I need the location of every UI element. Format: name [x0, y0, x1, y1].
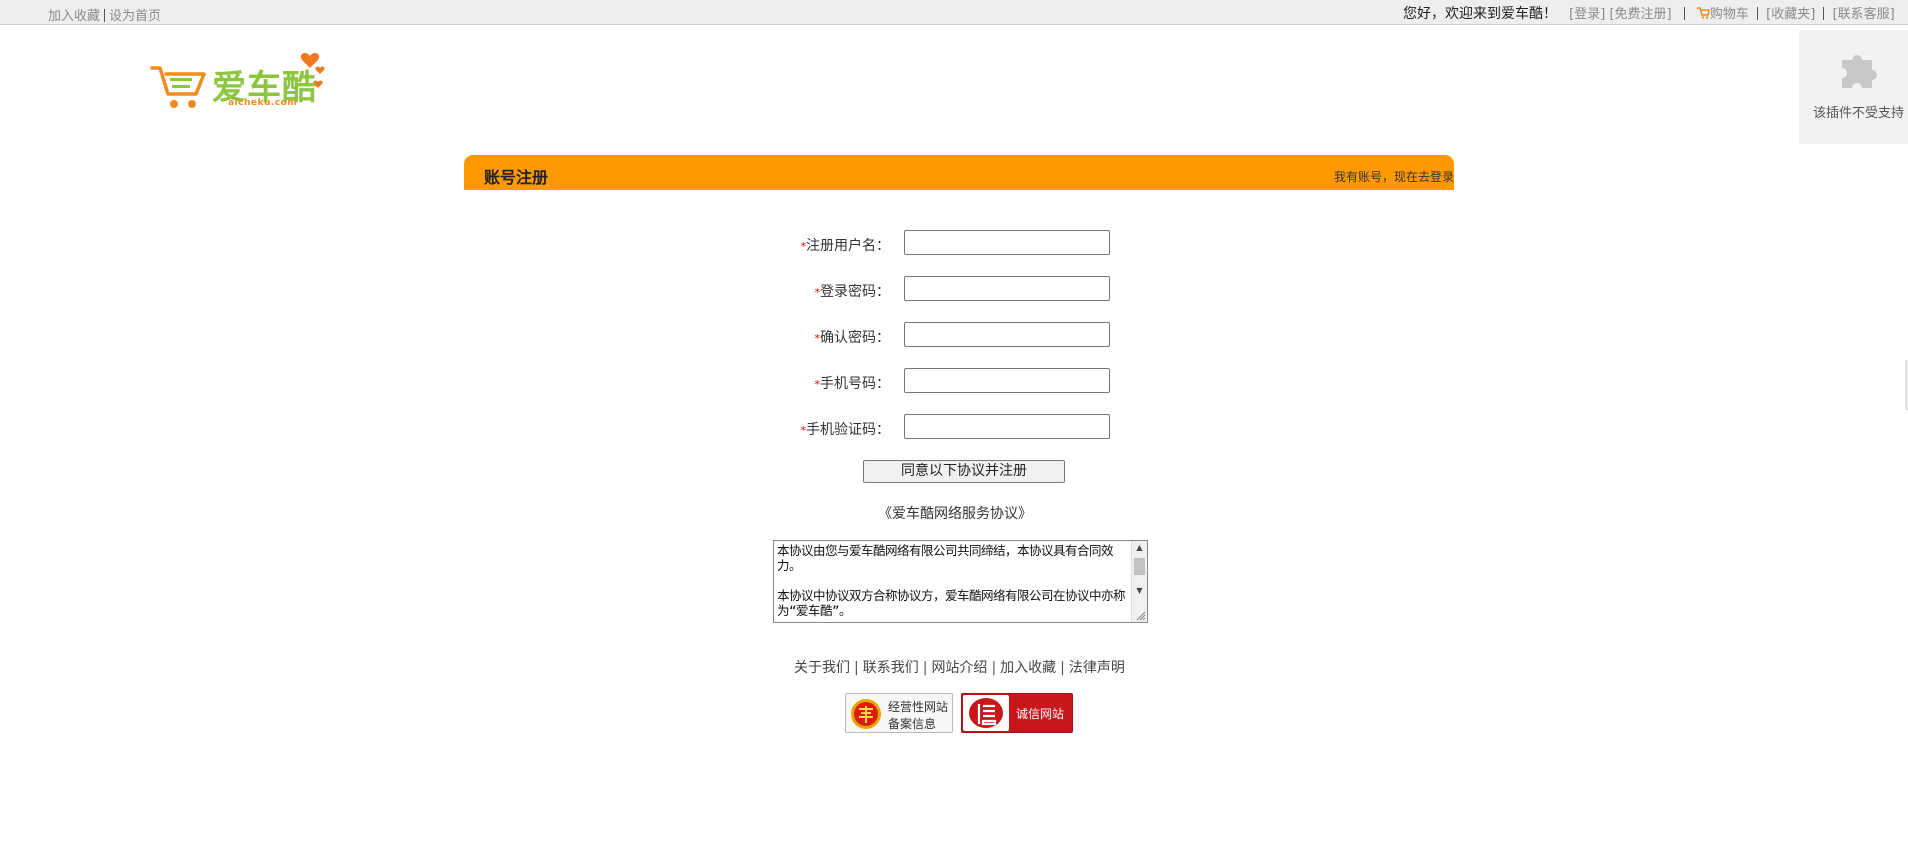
- footer-about-link[interactable]: 关于我们: [794, 660, 850, 676]
- username-label: *注册用户名：: [801, 235, 891, 255]
- scroll-up-arrow-icon[interactable]: ▲: [1132, 541, 1147, 555]
- resize-grip-icon[interactable]: [1136, 611, 1146, 621]
- set-homepage-link[interactable]: 设为首页: [109, 9, 161, 24]
- confirm-password-label-text: 确认密码：: [820, 330, 890, 346]
- go-login-link[interactable]: 我有账号，现在去登录: [1334, 168, 1454, 185]
- puzzle-icon: [1842, 55, 1877, 88]
- divider: [1757, 7, 1759, 20]
- agreement-paragraph: 本协议中协议双方合称协议方，爱车酷网络有限公司在协议中亦称为“爱车酷”。: [777, 588, 1126, 618]
- registration-header: 账号注册 我有账号，现在去登录: [464, 155, 1454, 190]
- phone-input[interactable]: [904, 368, 1110, 393]
- form-row-password: *登录密码：: [700, 275, 891, 303]
- confirm-password-label: *确认密码：: [815, 327, 891, 347]
- register-link[interactable]: [免费注册]: [1609, 7, 1671, 22]
- agreement-title: 《爱车酷网络服务协议》: [878, 506, 1032, 522]
- sms-code-input[interactable]: [904, 414, 1110, 439]
- agreement-content: 本协议由您与爱车酷网络有限公司共同缔结，本协议具有合同效力。 本协议中协议双方合…: [777, 543, 1132, 622]
- trust-badge-text: 诚信网站: [1016, 707, 1065, 721]
- scroll-thumb[interactable]: [1134, 558, 1145, 575]
- cart-link[interactable]: 购物车: [1710, 7, 1749, 22]
- username-label-text: 注册用户名：: [806, 238, 890, 254]
- trust-seal: [963, 695, 1009, 731]
- footer-separator: |: [1060, 660, 1065, 676]
- agreement-textarea[interactable]: 本协议由您与爱车酷网络有限公司共同缔结，本协议具有合同效力。 本协议中协议双方合…: [773, 540, 1148, 623]
- divider: [1683, 7, 1685, 20]
- footer-contact-link[interactable]: 联系我们: [863, 660, 919, 676]
- icp-badge-line1: 经营性网站: [888, 700, 949, 714]
- plugin-unsupported-text: 该插件不受支持: [1813, 106, 1905, 121]
- form-row-confirm-password: *确认密码：: [700, 321, 891, 349]
- cart-icon[interactable]: [1696, 7, 1710, 19]
- footer-separator: |: [922, 660, 928, 676]
- unsupported-plugin-box: 该插件不受支持: [1799, 30, 1908, 144]
- footer-legal-link[interactable]: 法律声明: [1069, 660, 1125, 676]
- agreement-scrollbar[interactable]: ▲ ▼: [1131, 541, 1147, 622]
- phone-label: *手机号码：: [815, 373, 891, 393]
- icp-badge-line2: 备案信息: [888, 717, 937, 731]
- red-shield-icon: [851, 699, 881, 729]
- sms-code-label-text: 手机验证码：: [806, 422, 890, 438]
- form-row-sms-code: *手机验证码：: [700, 413, 891, 441]
- top-bar: 加入收藏 设为首页 您好，欢迎来到爱车酷！ [登录] [免费注册] 购物车 [收藏…: [0, 0, 1908, 25]
- footer-separator: |: [854, 660, 859, 676]
- welcome-text: 您好，欢迎来到爱车酷！: [1403, 6, 1557, 22]
- agreement-paragraph: 本协议由您与爱车酷网络有限公司共同缔结，本协议具有合同效力。: [777, 543, 1114, 573]
- divider: [1823, 7, 1825, 20]
- divider: [104, 9, 106, 22]
- username-input[interactable]: [904, 230, 1110, 255]
- login-link[interactable]: [登录]: [1569, 7, 1605, 22]
- add-favorite-link[interactable]: 加入收藏: [48, 9, 100, 24]
- password-label: *登录密码：: [815, 281, 891, 301]
- icp-record-badge[interactable]: 经营性网站 备案信息: [845, 693, 953, 733]
- scroll-down-arrow-icon[interactable]: ▼: [1132, 584, 1147, 598]
- password-input[interactable]: [904, 276, 1110, 301]
- agree-and-register-button[interactable]: 同意以下协议并注册: [863, 460, 1065, 483]
- logo-domain: aicheku.com: [228, 98, 298, 108]
- form-row-username: *注册用户名：: [700, 229, 891, 257]
- footer-add-favorite-link[interactable]: 加入收藏: [1000, 660, 1056, 676]
- xin-seal-icon: [969, 698, 1003, 728]
- confirm-password-input[interactable]: [904, 322, 1110, 347]
- customer-service-link[interactable]: [联系客服]: [1833, 7, 1895, 22]
- form-row-phone: *手机号码：: [700, 367, 891, 395]
- sms-code-label: *手机验证码：: [801, 419, 891, 439]
- favorites-link[interactable]: [收藏夹]: [1766, 7, 1815, 22]
- phone-label-text: 手机号码：: [820, 376, 890, 392]
- footer-links: 关于我们 | 联系我们 | 网站介绍 | 加入收藏 | 法律声明: [794, 657, 1125, 677]
- footer-separator: |: [991, 660, 997, 676]
- password-label-text: 登录密码：: [820, 284, 890, 300]
- top-bar-right: 您好，欢迎来到爱车酷！ [登录] [免费注册] 购物车 [收藏夹] [联系客服]: [1403, 3, 1895, 23]
- site-logo[interactable]: 爱车酷 aicheku.com: [150, 48, 330, 114]
- page-title: 账号注册: [484, 168, 549, 187]
- top-bar-left: 加入收藏 设为首页: [48, 5, 161, 24]
- trust-website-badge[interactable]: 诚信网站: [961, 693, 1073, 733]
- footer-intro-link[interactable]: 网站介绍: [931, 660, 987, 676]
